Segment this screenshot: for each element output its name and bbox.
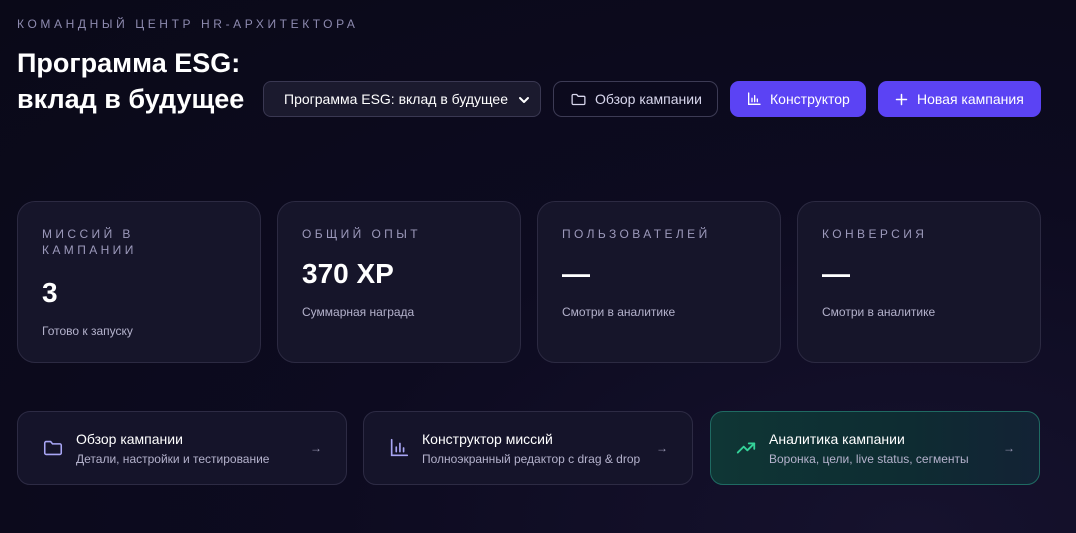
campaign-select-value: Программа ESG: вклад в будущее <box>284 91 508 107</box>
bar-chart-icon <box>390 438 409 457</box>
card-mission-constructor[interactable]: Конструктор миссий Полноэкранный редакто… <box>363 411 693 485</box>
stat-value: — <box>822 258 850 289</box>
campaign-overview-label: Обзор кампании <box>595 91 702 107</box>
campaign-select[interactable]: Программа ESG: вклад в будущее <box>263 81 541 117</box>
stat-label: КОНВЕРСИЯ <box>822 227 928 241</box>
stat-label: МИССИЙ В КАМПАНИИ <box>42 227 137 257</box>
campaign-overview-button[interactable]: Обзор кампании <box>553 81 718 117</box>
stat-value: 3 <box>42 277 58 308</box>
stat-label: ОБЩИЙ ОПЫТ <box>302 227 421 241</box>
card-title: Обзор кампании <box>76 431 183 447</box>
stat-label: ПОЛЬЗОВАТЕЛЕЙ <box>562 227 711 241</box>
stat-hint: Суммарная награда <box>302 305 415 319</box>
bar-chart-icon <box>748 92 761 105</box>
page-eyebrow: КОМАНДНЫЙ ЦЕНТР HR-АРХИТЕКТОРА <box>17 17 359 31</box>
card-subtitle: Полноэкранный редактор с drag & drop <box>422 452 641 466</box>
chevron-down-icon <box>519 97 529 103</box>
stat-card-users: ПОЛЬЗОВАТЕЛЕЙ — Смотри в аналитике <box>537 201 781 363</box>
card-subtitle: Детали, настройки и тестирование <box>76 452 270 466</box>
trending-up-icon <box>736 442 756 454</box>
stat-hint: Смотри в аналитике <box>822 305 936 319</box>
page: КОМАНДНЫЙ ЦЕНТР HR-АРХИТЕКТОРА Программа… <box>0 0 1076 533</box>
arrow-right-icon: → <box>310 441 322 455</box>
stat-value: 370 XP <box>302 258 394 289</box>
folder-icon <box>43 440 63 456</box>
stat-hint: Смотри в аналитике <box>562 305 676 319</box>
stat-card-experience: ОБЩИЙ ОПЫТ 370 XP Суммарная награда <box>277 201 521 363</box>
stat-hint: Готово к запуску <box>42 324 133 338</box>
stat-value: — <box>562 258 590 289</box>
plus-icon <box>895 93 908 105</box>
stat-card-missions: МИССИЙ В КАМПАНИИ 3 Готово к запуску <box>17 201 261 363</box>
card-campaign-analytics[interactable]: Аналитика кампании Воронка, цели, live s… <box>710 411 1040 485</box>
card-title: Конструктор миссий <box>422 431 553 447</box>
stat-card-conversion: КОНВЕРСИЯ — Смотри в аналитике <box>797 201 1041 363</box>
page-title: Программа ESG: вклад в будущее <box>17 48 245 114</box>
new-campaign-label: Новая кампания <box>917 91 1024 107</box>
card-campaign-overview[interactable]: Обзор кампании Детали, настройки и тести… <box>17 411 347 485</box>
card-subtitle: Воронка, цели, live status, сегменты <box>769 452 969 466</box>
arrow-right-icon: → <box>656 441 668 455</box>
constructor-button[interactable]: Конструктор <box>730 81 866 117</box>
folder-icon <box>571 93 586 105</box>
new-campaign-button[interactable]: Новая кампания <box>878 81 1041 117</box>
card-title: Аналитика кампании <box>769 431 905 447</box>
constructor-label: Конструктор <box>770 91 850 107</box>
arrow-right-icon: → <box>1003 441 1015 455</box>
